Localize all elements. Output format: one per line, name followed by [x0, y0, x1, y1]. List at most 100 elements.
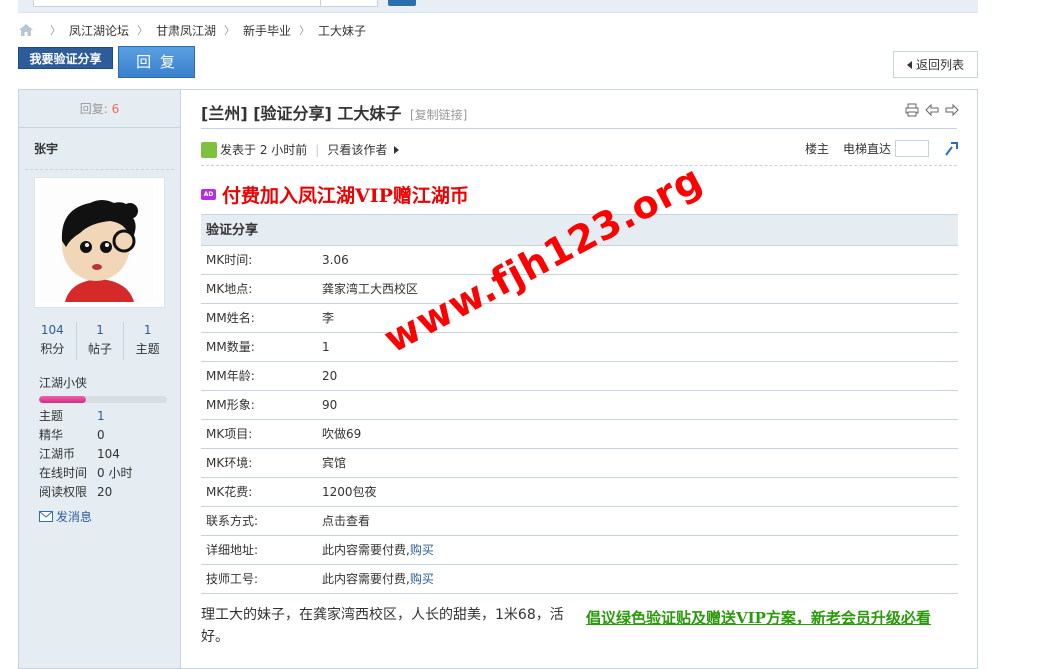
author-name[interactable]: 张宇 [25, 128, 174, 170]
info-value: 0 小时 [97, 466, 133, 480]
row-value-text: 此内容需要付费, [322, 543, 410, 557]
chevron-right-icon: 〉 [137, 24, 149, 37]
row-value: 吹做69 [322, 420, 361, 448]
row-value-text: 此内容需要付费, [322, 572, 410, 586]
info-key: 阅读权限 [39, 485, 88, 499]
stat-value: 104 [40, 323, 64, 337]
row-key: MM形象: [206, 398, 255, 412]
user-rank[interactable]: 江湖小侠 [39, 374, 87, 391]
chevron-right-icon: 〉 [299, 24, 311, 37]
row-value-text: 龚家湾工大西校区 [322, 282, 419, 296]
search-input[interactable] [33, 0, 378, 7]
title-tools [905, 103, 959, 117]
info-row: 江湖币 104 [39, 445, 132, 464]
send-message-link[interactable]: 发消息 [39, 508, 92, 525]
info-value: 20 [97, 485, 113, 499]
verify-table-row: 详细地址: 此内容需要付费,购买 [201, 536, 958, 565]
rank-progress-bar [39, 396, 167, 403]
info-key: 主题 [39, 409, 64, 423]
ad-text: 付费加入凤江湖VIP赠江湖币 [222, 185, 469, 207]
info-key: 江湖币 [39, 447, 76, 461]
row-value[interactable]: 点击查看 [322, 507, 370, 535]
breadcrumb-item[interactable]: 甘肃凤江湖 [156, 22, 216, 39]
row-value-text: 李 [322, 311, 335, 325]
row-key: 技师工号: [206, 572, 259, 586]
separator: | [315, 142, 320, 157]
info-row: 在线时间 0 小时 [39, 464, 132, 483]
info-value[interactable]: 1 [97, 407, 105, 426]
breadcrumb-item[interactable]: 凤江湖论坛 [69, 22, 129, 39]
stat-label: 主题 [135, 342, 160, 356]
copy-link[interactable]: [复制链接] [410, 108, 467, 122]
jump-go-icon[interactable] [943, 141, 959, 157]
ad-badge: AD [201, 189, 216, 200]
row-value: 李 [322, 304, 334, 332]
row-value: 1200包夜 [322, 478, 377, 506]
reply-button[interactable]: 回 复 [118, 46, 195, 78]
info-row: 阅读权限 20 [39, 483, 132, 502]
breadcrumb-item[interactable]: 新手毕业 [243, 22, 291, 39]
user-stats: 104 积分 1 帖子 1 主题 [29, 322, 171, 360]
info-value: 0 [97, 428, 105, 442]
share-verify-button[interactable]: 我要验证分享 [18, 47, 113, 69]
ad-banner[interactable]: AD 付费加入凤江湖VIP赠江湖币 [201, 181, 469, 208]
avatar[interactable] [34, 177, 165, 308]
rank-progress-fill [39, 396, 87, 403]
row-value: 此内容需要付费,购买 [322, 536, 434, 564]
search-button[interactable] [388, 0, 416, 6]
search-divider [320, 0, 321, 7]
row-key: MM数量: [206, 340, 255, 354]
back-to-list-button[interactable]: 返回列表 [893, 51, 978, 78]
info-key: 精华 [39, 428, 64, 442]
promo-link[interactable]: 倡议绿色验证贴及赠送VIP方案，新老会员升级必看 [586, 607, 931, 628]
row-value-text: 90 [322, 398, 338, 412]
reply-count: 回复: 6 [19, 90, 180, 128]
row-value-text: 3.06 [322, 253, 349, 267]
arrow-left-icon[interactable] [925, 103, 939, 117]
verify-table-row: MM年龄: 20 [201, 362, 958, 391]
row-key: MM年龄: [206, 369, 255, 383]
post-title-text: [兰州] [验证分享] 工大妹子 [201, 104, 402, 123]
printer-icon[interactable] [905, 103, 919, 117]
verify-table-rows: MK时间: 3.06 MK地点: 龚家湾工大西校区 MM姓名: 李 MM数量: 1 MM年龄: 2… [201, 246, 958, 594]
row-key: MK环境: [206, 456, 253, 470]
row-key: MK时间: [206, 253, 253, 267]
row-key: MK项目: [206, 427, 253, 441]
row-value: 龚家湾工大西校区 [322, 275, 418, 303]
breadcrumb-item[interactable]: 工大妹子 [318, 22, 366, 39]
verify-table-row: 联系方式: 点击查看 [201, 507, 958, 536]
buy-link[interactable]: 购买 [410, 572, 434, 586]
stat-points[interactable]: 104 积分 [29, 322, 77, 360]
row-value: 90 [322, 391, 337, 419]
home-icon[interactable] [18, 23, 34, 37]
row-key: 详细地址: [206, 543, 259, 557]
info-row: 主题 1 [39, 407, 132, 426]
post-meta-right: 楼主 电梯直达 [805, 140, 959, 157]
post-title: [兰州] [验证分享] 工大妹子 [复制链接] [201, 100, 467, 124]
verify-table-row: MK花费: 1200包夜 [201, 478, 958, 507]
divider [201, 165, 957, 166]
stat-threads[interactable]: 1 主题 [124, 322, 171, 360]
post-body: 理工大的妹子，在龚家湾西校区，人长的甜美，1米68，活好。 [201, 607, 564, 645]
avatar-cartoon-boy-icon [40, 183, 159, 302]
info-row: 精华 0 [39, 426, 132, 445]
row-value: 20 [322, 362, 337, 390]
row-value-text: 宾馆 [322, 456, 347, 470]
verify-table-row: MM形象: 90 [201, 391, 958, 420]
verify-table-row: MK地点: 龚家湾工大西校区 [201, 275, 958, 304]
verify-table-row: MM姓名: 李 [201, 304, 958, 333]
floor-jump-input[interactable] [895, 140, 929, 157]
row-value-text: 1200包夜 [322, 485, 377, 499]
post-time: 发表于 2 小时前 [220, 143, 308, 157]
user-info-list: 主题 1 精华 0 江湖币 104 在线时间 0 小时 阅读权限 20 [39, 407, 132, 502]
info-key: 在线时间 [39, 466, 88, 480]
only-author-link[interactable]: 只看该作者 [327, 141, 387, 158]
row-key: 联系方式: [206, 514, 259, 528]
stat-posts[interactable]: 1 帖子 [77, 322, 125, 360]
chevron-right-icon: 〉 [224, 24, 236, 37]
verify-table-row: MM数量: 1 [201, 333, 958, 362]
arrow-right-icon[interactable] [945, 103, 959, 117]
jump-label: 电梯直达 [842, 142, 891, 156]
row-value: 此内容需要付费,购买 [322, 565, 434, 593]
buy-link[interactable]: 购买 [410, 543, 434, 557]
